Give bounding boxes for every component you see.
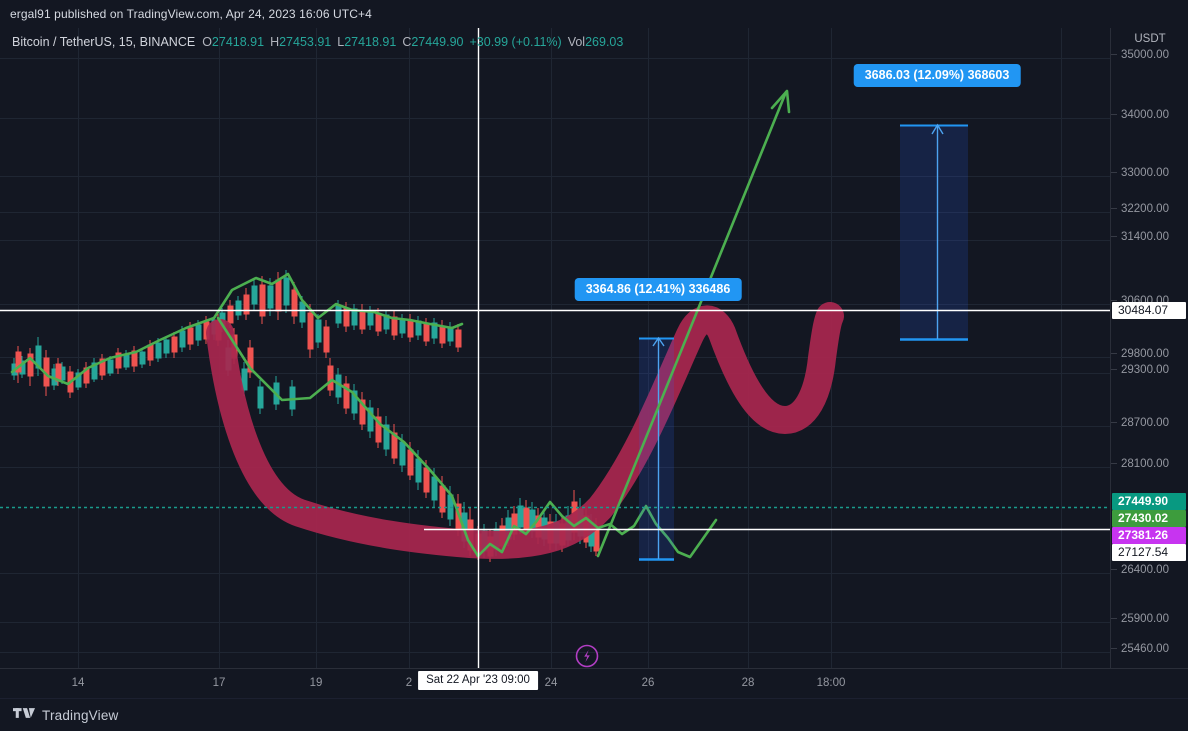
legend-close-label: C bbox=[402, 34, 412, 49]
price-tick: 32200.00 bbox=[1111, 203, 1188, 215]
crosshair-price-label: 30484.07 bbox=[1112, 302, 1186, 319]
footer-bar: TradingView bbox=[0, 698, 1188, 731]
legend-open-value: 27418.91 bbox=[211, 34, 265, 49]
time-tick: 14 bbox=[71, 677, 85, 689]
legend-close: C 27449.90 bbox=[402, 35, 463, 49]
price-tick: 28100.00 bbox=[1111, 458, 1188, 470]
measure-rect-1 bbox=[639, 336, 674, 561]
tradingview-chart-window: ergal91 published on TradingView.com, Ap… bbox=[0, 0, 1188, 731]
attribution-text: ergal91 published on TradingView.com, Ap… bbox=[10, 7, 372, 21]
chart-legend: Bitcoin / TetherUS, 15, BINANCE O 27418.9… bbox=[12, 33, 623, 50]
price-tick: 29300.00 bbox=[1111, 364, 1188, 376]
time-tick: 18:00 bbox=[816, 677, 846, 689]
legend-volume-label: Vol bbox=[567, 34, 586, 49]
legend-high: H 27453.91 bbox=[270, 35, 331, 49]
legend-low: L 27418.91 bbox=[337, 35, 396, 49]
price-tick: 25900.00 bbox=[1111, 613, 1188, 625]
legend-open-label: O bbox=[202, 34, 212, 49]
time-tick: 24 bbox=[544, 677, 558, 689]
price-tick: 26400.00 bbox=[1111, 564, 1188, 576]
price-tick: 28700.00 bbox=[1111, 417, 1188, 429]
chart-plot-area[interactable] bbox=[0, 28, 1110, 668]
price-axis[interactable]: USDT 35000.00 34000.00 33000.00 32200.00… bbox=[1110, 28, 1188, 668]
indicator-price-label-purple: 27381.26 bbox=[1112, 527, 1186, 544]
measure-rect-2 bbox=[900, 123, 968, 341]
support-price-label: 27127.54 bbox=[1112, 544, 1186, 561]
time-tick: 28 bbox=[741, 677, 755, 689]
legend-high-value: 27453.91 bbox=[279, 34, 332, 49]
time-tick: 26 bbox=[641, 677, 655, 689]
price-tick: 34000.00 bbox=[1111, 109, 1188, 121]
time-axis[interactable]: 14 17 19 2 24 26 28 18:00 Sat 22 Apr '23… bbox=[0, 668, 1188, 698]
legend-low-value: 27418.91 bbox=[344, 34, 397, 49]
tradingview-brand-label: TradingView bbox=[42, 707, 119, 723]
legend-high-label: H bbox=[270, 34, 280, 49]
legend-symbol[interactable]: Bitcoin / TetherUS, 15, BINANCE bbox=[12, 35, 195, 49]
time-tick: 2 bbox=[405, 677, 413, 689]
crosshair-time-label: Sat 22 Apr '23 09:00 bbox=[418, 671, 538, 690]
time-tick: 19 bbox=[309, 677, 323, 689]
price-axis-unit: USDT bbox=[1134, 33, 1166, 45]
legend-volume: Vol 269.03 bbox=[568, 35, 624, 49]
measure-label-1[interactable]: 3364.86 (12.41%) 336486 bbox=[574, 278, 742, 301]
time-tick: 17 bbox=[212, 677, 226, 689]
price-tick: 29800.00 bbox=[1111, 348, 1188, 360]
last-price-label: 27449.90 bbox=[1112, 493, 1186, 510]
tradingview-logo-icon[interactable] bbox=[13, 706, 35, 725]
price-tick: 35000.00 bbox=[1111, 49, 1188, 61]
legend-change: +30.99 (+0.11%) bbox=[469, 34, 562, 49]
price-tick: 33000.00 bbox=[1111, 167, 1188, 179]
attribution-bar: ergal91 published on TradingView.com, Ap… bbox=[0, 0, 1188, 28]
price-tick: 31400.00 bbox=[1111, 231, 1188, 243]
indicator-price-label-green: 27430.02 bbox=[1112, 510, 1186, 527]
legend-close-value: 27449.90 bbox=[411, 34, 464, 49]
measure-label-2[interactable]: 3686.03 (12.09%) 368603 bbox=[853, 64, 1021, 87]
legend-volume-value: 269.03 bbox=[585, 34, 624, 49]
legend-low-label: L bbox=[337, 34, 345, 49]
price-tick: 25460.00 bbox=[1111, 643, 1188, 655]
legend-open: O 27418.91 bbox=[202, 35, 264, 49]
